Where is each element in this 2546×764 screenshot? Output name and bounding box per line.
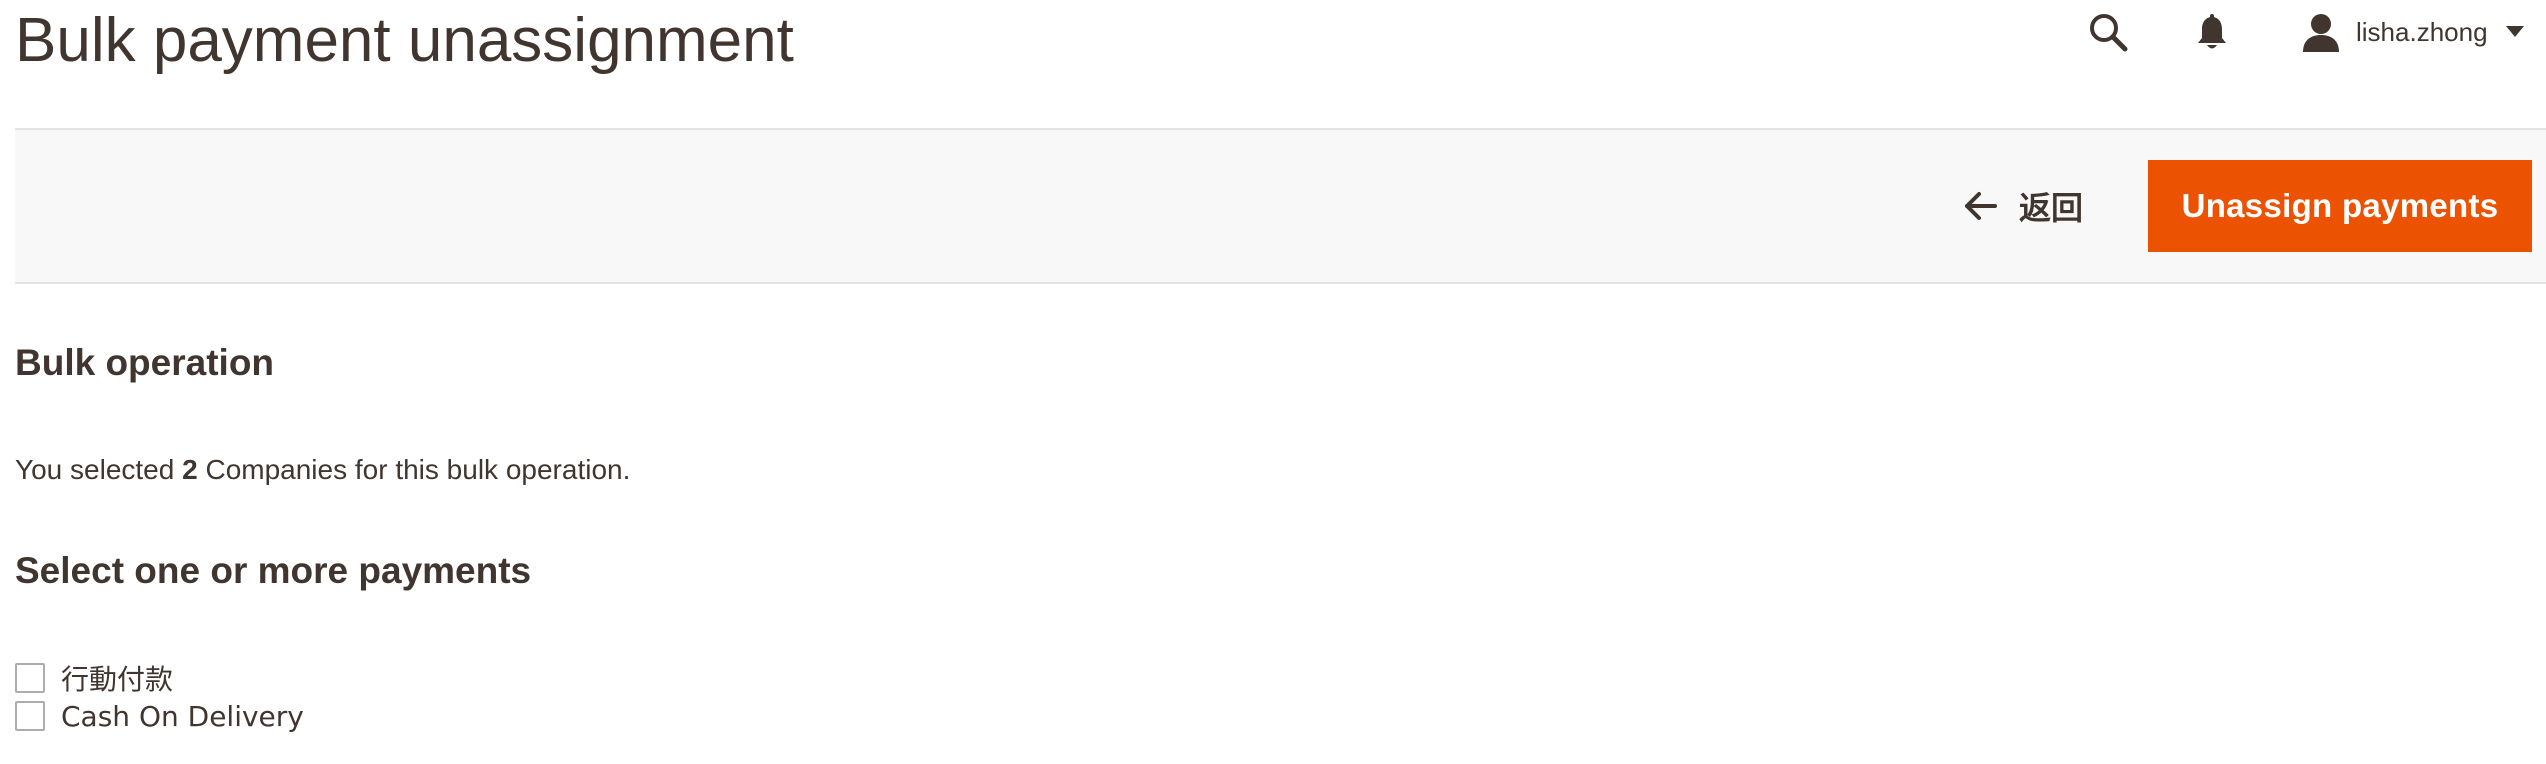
unassign-payments-button[interactable]: Unassign payments [2148,160,2532,252]
selection-summary-suffix: Companies for this bulk operation. [205,454,631,485]
search-button[interactable] [2084,8,2132,56]
payment-option-cash-on-delivery[interactable]: Cash On Delivery [15,698,304,734]
user-menu[interactable]: lisha.zhong [2300,8,2524,56]
page: Bulk payment unassignment lisha.zhong 返回… [0,0,2546,764]
payment-checkbox[interactable] [15,663,45,693]
bell-icon [2198,14,2226,49]
payment-option-label: 行動付款 [61,663,174,696]
back-button-label: 返回 [2019,189,2084,227]
arrow-left-icon [1965,192,1997,220]
selection-summary-prefix: You selected [15,454,175,485]
page-actions-bar: 返回 Unassign payments [15,130,2546,284]
user-name: lisha.zhong [2356,16,2488,47]
payment-option-mobile-payment[interactable]: 行動付款 [15,660,173,696]
search-icon [2090,14,2128,52]
selection-count: 2 [182,454,198,485]
notifications-button[interactable] [2190,10,2234,56]
payment-option-label: Cash On Delivery [61,699,304,733]
page-title: Bulk payment unassignment [15,6,794,75]
user-icon [2300,11,2342,53]
select-payments-heading: Select one or more payments [15,550,532,591]
selection-summary: You selected 2 Companies for this bulk o… [15,454,630,486]
caret-down-icon [2505,26,2524,37]
bulk-operation-heading: Bulk operation [15,342,275,383]
payment-checkbox[interactable] [15,701,45,731]
back-button[interactable]: 返回 [1963,184,2083,228]
